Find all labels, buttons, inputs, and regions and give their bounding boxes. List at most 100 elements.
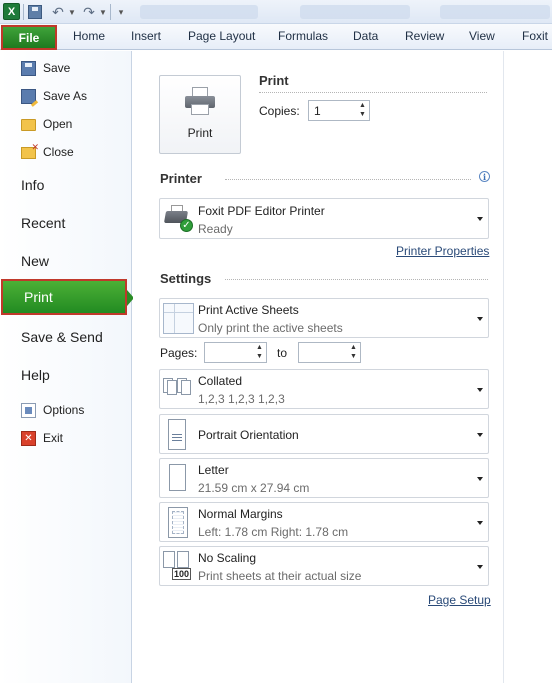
print-what-dropdown[interactable]: Print Active Sheets Only print the activ…: [159, 298, 489, 338]
blurred-window-tab: [440, 5, 550, 19]
close-file-icon: [21, 142, 39, 159]
pages-from-stepper[interactable]: ▲ ▼: [204, 342, 267, 363]
exit-icon: ✕: [21, 430, 36, 446]
nav-print[interactable]: Print: [1, 279, 134, 315]
options-command[interactable]: Options: [0, 396, 132, 424]
undo-dropdown-icon[interactable]: ▼: [68, 3, 76, 21]
chevron-down-icon: [477, 433, 483, 437]
copies-stepper[interactable]: 1 ▲ ▼: [308, 100, 370, 121]
pages-label: Pages:: [160, 346, 198, 360]
chevron-down-icon: [477, 477, 483, 481]
settings-heading: Settings: [160, 271, 212, 286]
chevron-down-icon: [477, 317, 483, 321]
orientation-dropdown[interactable]: Portrait Orientation: [159, 414, 489, 454]
tab-file[interactable]: File: [1, 25, 57, 50]
decrement-icon[interactable]: ▼: [255, 353, 264, 361]
tab-formulas[interactable]: Formulas: [278, 29, 328, 43]
collation-title: Collated: [198, 374, 243, 388]
info-icon[interactable]: i: [479, 171, 490, 182]
chevron-down-icon: [477, 521, 483, 525]
printer-name: Foxit PDF Editor Printer: [198, 204, 325, 218]
save-label: Save: [43, 61, 71, 75]
scaling-icon: 100: [163, 551, 194, 582]
save-command[interactable]: Save: [0, 54, 132, 82]
open-label: Open: [43, 117, 73, 131]
divider: [259, 92, 487, 93]
printer-icon: [185, 87, 215, 115]
copies-label: Copies:: [259, 104, 300, 118]
nav-save-and-send[interactable]: Save & Send: [0, 319, 132, 355]
backstage-nav: Save Save As Open Close Info Recent New …: [0, 51, 134, 683]
collation-subtitle: 1,2,3 1,2,3 1,2,3: [198, 392, 285, 406]
toolbar-separator: [110, 4, 111, 20]
tab-foxit[interactable]: Foxit: [522, 29, 548, 43]
tab-data[interactable]: Data: [353, 29, 378, 43]
scaling-title: No Scaling: [198, 551, 257, 565]
folder-open-icon: [21, 119, 36, 131]
print-button-label: Print: [187, 126, 213, 140]
tab-page-layout[interactable]: Page Layout: [188, 29, 255, 43]
decrement-icon[interactable]: ▼: [358, 111, 367, 119]
print-what-subtitle: Only print the active sheets: [198, 321, 343, 335]
tab-view[interactable]: View: [469, 29, 495, 43]
tab-insert[interactable]: Insert: [131, 29, 161, 43]
printer-dropdown[interactable]: ✓ Foxit PDF Editor Printer Ready: [159, 198, 489, 239]
scaling-dropdown[interactable]: 100 No Scaling Print sheets at their act…: [159, 546, 489, 586]
chevron-down-icon: [477, 217, 483, 221]
options-label: Options: [43, 403, 85, 417]
nav-recent[interactable]: Recent: [0, 205, 132, 241]
decrement-icon[interactable]: ▼: [349, 353, 358, 361]
scaling-subtitle: Print sheets at their actual size: [198, 569, 362, 583]
save-as-icon: [21, 88, 36, 104]
toolbar-separator: [23, 4, 24, 20]
excel-icon[interactable]: X: [3, 3, 20, 20]
exit-label: Exit: [43, 431, 64, 445]
increment-icon[interactable]: ▲: [358, 102, 367, 110]
printer-ready-icon: ✓: [163, 204, 193, 234]
nav-new[interactable]: New: [0, 243, 132, 279]
save-icon: [21, 60, 36, 76]
increment-icon[interactable]: ▲: [255, 344, 264, 352]
tab-review[interactable]: Review: [405, 29, 444, 43]
paper-size-dropdown[interactable]: Letter 21.59 cm x 27.94 cm: [159, 458, 489, 498]
printer-heading: Printer: [160, 171, 202, 186]
ribbon-tabs: File Home Insert Page Layout Formulas Da…: [0, 24, 552, 50]
nav-info[interactable]: Info: [0, 167, 132, 203]
margins-subtitle: Left: 1.78 cm Right: 1.78 cm: [198, 525, 349, 539]
customize-toolbar-icon[interactable]: ▾: [115, 3, 127, 21]
open-command[interactable]: Open: [0, 110, 132, 138]
save-icon[interactable]: [28, 5, 42, 19]
increment-icon[interactable]: ▲: [349, 344, 358, 352]
redo-icon[interactable]: ↷: [81, 3, 97, 21]
blurred-window-tab: [140, 5, 258, 19]
save-as-label: Save As: [43, 89, 88, 103]
save-as-command[interactable]: Save As: [0, 82, 132, 110]
printer-properties-link[interactable]: Printer Properties: [396, 244, 489, 258]
tab-home[interactable]: Home: [73, 29, 105, 43]
collation-dropdown[interactable]: Collated 1,2,3 1,2,3 1,2,3: [159, 369, 489, 409]
copies-value: 1: [314, 103, 321, 118]
divider: [225, 279, 488, 280]
chevron-down-icon: [477, 388, 483, 392]
close-label: Close: [43, 145, 74, 159]
close-command[interactable]: Close: [0, 138, 132, 166]
print-what-title: Print Active Sheets: [198, 303, 299, 317]
nav-help[interactable]: Help: [0, 357, 132, 393]
exit-command[interactable]: ✕ Exit: [0, 424, 132, 452]
paper-subtitle: 21.59 cm x 27.94 cm: [198, 481, 310, 495]
collated-icon: [163, 374, 194, 405]
paper-title: Letter: [198, 463, 229, 477]
paper-icon: [169, 464, 186, 491]
printer-status: Ready: [198, 222, 233, 236]
sheet-icon: [163, 303, 194, 334]
margins-dropdown[interactable]: Normal Margins Left: 1.78 cm Right: 1.78…: [159, 502, 489, 542]
margins-icon: [168, 507, 188, 538]
pages-to-stepper[interactable]: ▲ ▼: [298, 342, 361, 363]
page-setup-link[interactable]: Page Setup: [428, 593, 491, 607]
margins-title: Normal Margins: [198, 507, 283, 521]
redo-dropdown-icon[interactable]: ▼: [99, 3, 107, 21]
pages-to-label: to: [277, 346, 288, 360]
print-button[interactable]: Print: [159, 75, 241, 154]
print-pane: Print Print Copies: 1 ▲ ▼ Printer i ✓ Fox…: [133, 51, 503, 683]
undo-icon[interactable]: ↶: [50, 3, 66, 21]
